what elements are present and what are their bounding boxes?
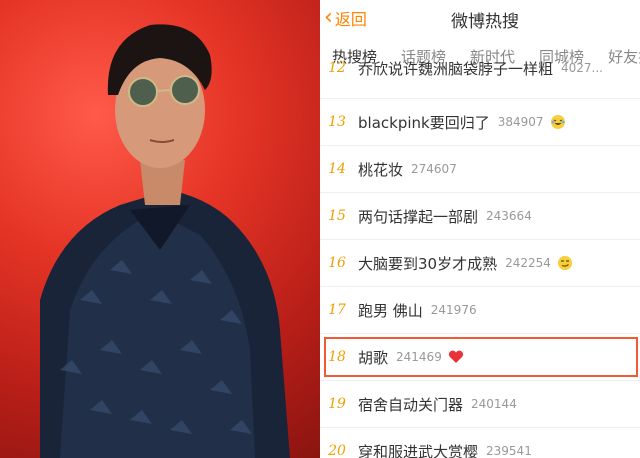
- topic-name: 两句话撑起一部剧: [358, 207, 479, 226]
- search-count: 384907: [497, 115, 544, 129]
- page-title: 微博热搜: [451, 12, 519, 32]
- list-item[interactable]: 14 桃花妆 274607: [320, 146, 640, 193]
- topic-name: 乔欣说许魏洲脑袋脖子一样粗: [358, 59, 554, 78]
- list-item[interactable]: 17 跑男 佛山 241976: [320, 287, 640, 334]
- rank-number: 13: [328, 114, 346, 130]
- topic-name: 穿和服进武大赏樱: [358, 442, 479, 458]
- topic-name: 胡歌: [358, 348, 389, 367]
- search-count: 243664: [486, 209, 532, 223]
- rank-number: 15: [328, 208, 346, 224]
- hot-search-list: 12 乔欣说许魏洲脑袋脖子一样粗 4027... 13 blackpink要回归…: [320, 60, 640, 458]
- rank-number: 19: [328, 396, 346, 412]
- rank-number: 17: [328, 302, 346, 318]
- rank-number: 20: [328, 443, 346, 458]
- search-count: 274607: [411, 162, 457, 176]
- list-item[interactable]: 12 乔欣说许魏洲脑袋脖子一样粗 4027...: [320, 60, 640, 99]
- search-count: 240144: [471, 397, 517, 411]
- topic-name: 跑男 佛山: [358, 301, 423, 320]
- search-count: 241469: [396, 350, 442, 364]
- list-item[interactable]: 15 两句话撑起一部剧 243664: [320, 193, 640, 240]
- search-count: 242254: [505, 256, 551, 270]
- smirk-emoji-icon: [557, 255, 573, 271]
- search-count: 4027...: [561, 61, 603, 75]
- list-item[interactable]: 20 穿和服进武大赏樱 239541: [320, 428, 640, 458]
- list-item[interactable]: 19 宿舍自动关门器 240144: [320, 381, 640, 428]
- list-item[interactable]: 18 胡歌 241469: [320, 334, 640, 381]
- topic-name: 桃花妆: [358, 160, 404, 179]
- portrait-illustration: [40, 24, 290, 458]
- list-item[interactable]: 13 blackpink要回归了 384907: [320, 99, 640, 146]
- laugh-cry-emoji-icon: [550, 114, 566, 130]
- heart-icon: [448, 350, 464, 364]
- topic-name: 宿舍自动关门器: [358, 395, 464, 414]
- rank-number: 12: [328, 60, 346, 76]
- rank-number: 16: [328, 255, 346, 271]
- weibo-hot-search-panel: ‹ 返回 微博热搜 热搜榜 话题榜 新时代 同城榜 好友搜 12 乔欣说许魏洲脑…: [320, 0, 640, 458]
- search-count: 241976: [430, 303, 477, 317]
- search-count: 239541: [486, 444, 532, 458]
- list-item[interactable]: 16 大脑要到30岁才成熟 242254: [320, 240, 640, 287]
- topic-name: 大脑要到30岁才成熟: [358, 254, 498, 273]
- rank-number: 14: [328, 161, 346, 177]
- topic-name: blackpink要回归了: [358, 113, 490, 132]
- rank-number: 18: [328, 349, 346, 365]
- portrait-photo: [0, 0, 320, 458]
- app-header: ‹ 返回 微博热搜: [320, 0, 640, 36]
